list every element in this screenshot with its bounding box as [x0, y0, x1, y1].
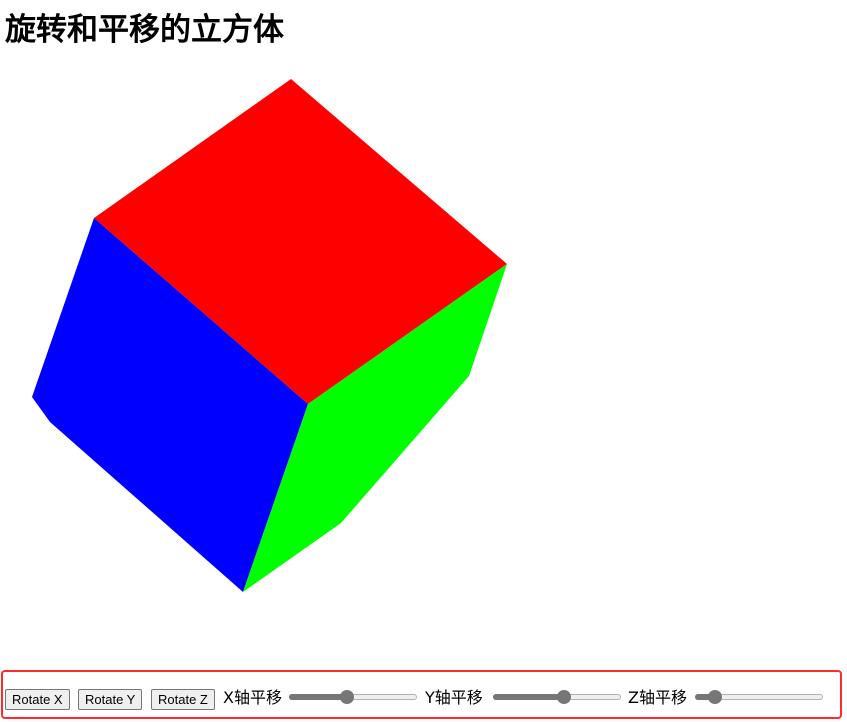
y-translate-label: Y轴平移 [425, 688, 483, 707]
x-translate-slider[interactable] [289, 689, 417, 705]
slider-fill [289, 694, 348, 700]
page-title: 旋转和平移的立方体 [5, 12, 284, 48]
rotate-z-button[interactable]: Rotate Z [151, 689, 215, 710]
y-translate-slider[interactable] [493, 689, 621, 705]
rotate-x-button[interactable]: Rotate X [5, 689, 70, 710]
controls-panel: Rotate X Rotate Y Rotate Z X轴平移 Y轴平移 Z轴平… [1, 670, 842, 719]
slider-thumb[interactable] [707, 690, 722, 704]
z-translate-label: Z轴平移 [628, 688, 687, 707]
rotate-y-button[interactable]: Rotate Y [78, 689, 143, 710]
cube-canvas [32, 79, 507, 592]
z-translate-slider[interactable] [695, 689, 823, 705]
x-translate-label: X轴平移 [223, 688, 282, 707]
slider-thumb[interactable] [340, 690, 355, 704]
slider-fill [493, 694, 564, 700]
slider-thumb[interactable] [556, 690, 571, 704]
